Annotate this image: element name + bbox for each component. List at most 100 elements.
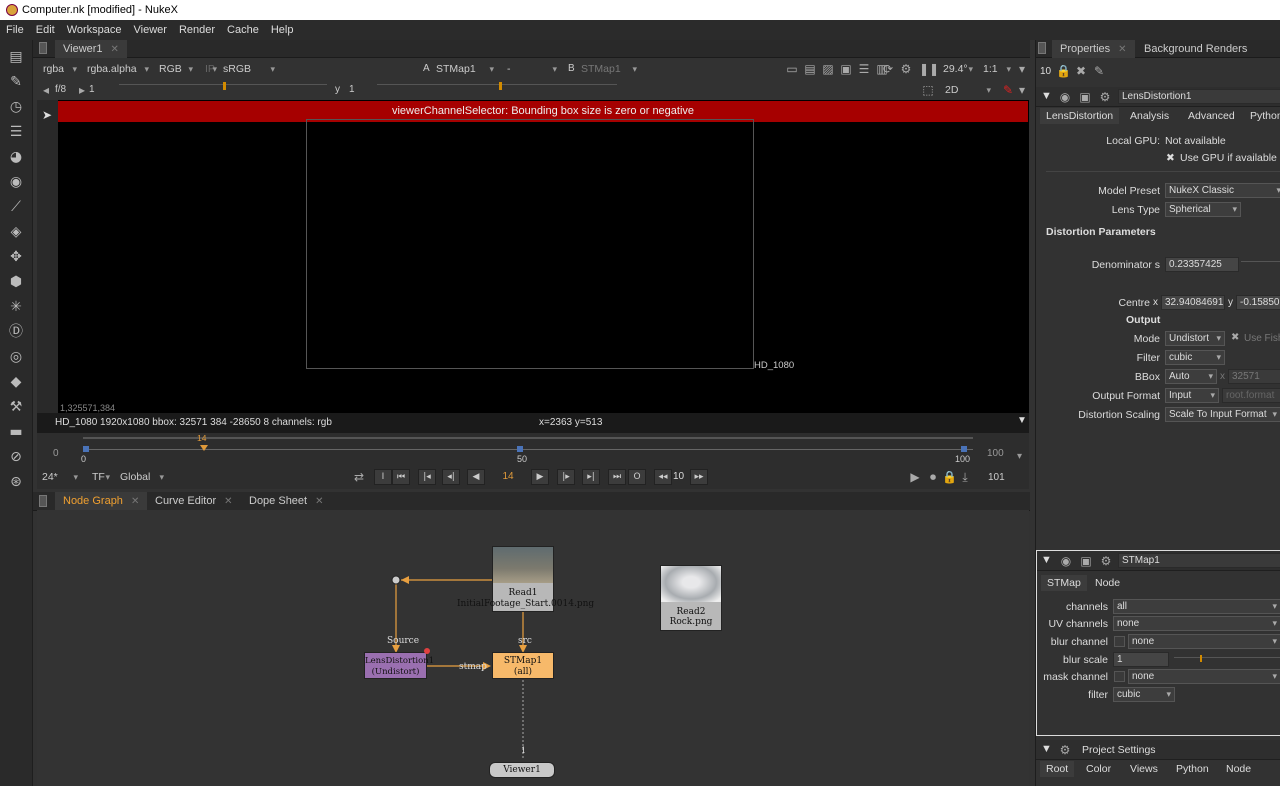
filter-dropdown[interactable]: cubic: [1165, 350, 1225, 365]
furnace-tools-icon[interactable]: ⊘: [7, 448, 25, 466]
display-style-dropdown[interactable]: RGB: [155, 61, 195, 77]
prev-keyframe-icon[interactable]: |◂: [418, 469, 436, 485]
refresh-icon[interactable]: ⟳: [881, 62, 895, 76]
stmap-node[interactable]: STMap1 (all): [492, 652, 554, 679]
lens-distortion-node[interactable]: LensDistortion1 (Undistort): [364, 652, 434, 679]
compare-op-dropdown[interactable]: -: [503, 61, 559, 77]
colorspace-dropdown[interactable]: sRGB: [219, 61, 277, 77]
3d-tools-icon[interactable]: ⬢: [7, 273, 25, 291]
select-arrow-icon[interactable]: ➤: [40, 108, 54, 122]
region-of-interest-icon[interactable]: ▭: [785, 62, 799, 76]
toolsets-icon[interactable]: ⚒: [7, 398, 25, 416]
timeline-scrubber[interactable]: 14 0 50 100: [81, 433, 973, 465]
filter-dropdown-stmap[interactable]: cubic: [1113, 687, 1175, 702]
mask-channel-checkbox[interactable]: [1114, 671, 1125, 682]
tab-stmap[interactable]: STMap: [1041, 575, 1087, 591]
out-button[interactable]: O: [628, 469, 646, 485]
read2-node[interactable]: Read2 Rock.png: [660, 565, 722, 631]
gizmo-icon[interactable]: ⚙: [1058, 743, 1072, 757]
merge-tools-icon[interactable]: ◈: [7, 223, 25, 241]
node-color-icon[interactable]: ▣: [1078, 90, 1092, 104]
in-button[interactable]: I: [374, 469, 392, 485]
draw-tools-icon[interactable]: ✎: [7, 73, 25, 91]
center-node-icon[interactable]: ◉: [1059, 554, 1073, 568]
paint-icon[interactable]: ✎: [1001, 83, 1015, 97]
gamma-slider[interactable]: [377, 82, 617, 96]
tab-views[interactable]: Views: [1124, 761, 1164, 777]
close-icon[interactable]: ✕: [224, 496, 232, 507]
gizmo-icon[interactable]: ⚙: [1098, 90, 1112, 104]
lens-type-dropdown[interactable]: Spherical: [1165, 202, 1241, 217]
tab-background-renders[interactable]: Background Renders: [1136, 40, 1255, 58]
pane-grip-icon-3[interactable]: [1038, 42, 1046, 54]
tab-color[interactable]: Color: [1080, 761, 1117, 777]
ratio-dropdown[interactable]: 1:1: [979, 61, 1013, 77]
out-point-marker[interactable]: [961, 446, 967, 452]
bbox-dropdown[interactable]: Auto: [1165, 369, 1217, 384]
channel-tools-icon[interactable]: ☰: [7, 123, 25, 141]
viewer-node[interactable]: Viewer1: [489, 762, 555, 778]
timeline-end[interactable]: 100: [987, 448, 1004, 459]
node-graph-canvas[interactable]: Read1 InitialFootage_Start.0014.png Read…: [37, 510, 1029, 786]
tab-python-root[interactable]: Python: [1170, 761, 1215, 777]
particles-tools-icon[interactable]: ✳: [7, 298, 25, 316]
blur-scale-slider-handle[interactable]: [1200, 655, 1202, 662]
metadata-tools-icon[interactable]: ◆: [7, 373, 25, 391]
model-preset-dropdown[interactable]: NukeX Classic: [1165, 183, 1280, 198]
pane-grip-icon[interactable]: [39, 42, 47, 54]
tab-node-graph[interactable]: Node Graph ✕: [55, 492, 148, 510]
centre-y-field[interactable]: -0.15850: [1236, 295, 1280, 310]
gain-value[interactable]: 1: [89, 84, 95, 95]
tab-lensdistortion[interactable]: LensDistortion: [1040, 108, 1120, 124]
channels-dropdown[interactable]: rgba: [39, 61, 79, 77]
lock-icon[interactable]: 🔒: [1056, 64, 1071, 78]
menu-viewer[interactable]: Viewer: [128, 20, 173, 40]
gamma-slider-handle[interactable]: [499, 82, 502, 90]
color-tools-icon[interactable]: ◕: [7, 148, 25, 166]
gain-left-arrow-icon[interactable]: ◂: [39, 83, 53, 97]
next-frame-icon[interactable]: |▸: [557, 469, 575, 485]
menu-workspace[interactable]: Workspace: [61, 20, 128, 40]
in-point-marker[interactable]: [83, 446, 89, 452]
use-gpu-checkbox[interactable]: ✖: [1166, 152, 1175, 164]
roi-icon[interactable]: ⬚: [921, 83, 935, 97]
next-keyframe-icon[interactable]: ▸|: [582, 469, 600, 485]
gizmo-icon[interactable]: ⚙: [1099, 554, 1113, 568]
blur-channel-dropdown[interactable]: none: [1128, 634, 1280, 649]
clear-panels-icon[interactable]: ✖: [1074, 64, 1088, 78]
use-fisheye-checkbox[interactable]: ✖: [1231, 332, 1239, 343]
lut-icon[interactable]: ☰: [857, 62, 871, 76]
denominator-field[interactable]: 0.23357425: [1165, 257, 1239, 272]
a-input-dropdown[interactable]: STMap1: [432, 61, 496, 77]
tab-python[interactable]: Python: [1244, 108, 1280, 124]
out-frame-value[interactable]: 101: [988, 472, 1005, 483]
record-icon[interactable]: ⏺: [926, 470, 940, 484]
stmap-node-name-field[interactable]: STMap1: [1118, 553, 1280, 568]
views-tools-icon[interactable]: ◎: [7, 348, 25, 366]
toolbar-expand-icon[interactable]: ▾: [1015, 62, 1029, 76]
tab-properties[interactable]: Properties ✕: [1052, 40, 1135, 58]
first-frame-icon[interactable]: ⏮: [392, 469, 410, 485]
blur-scale-field[interactable]: 1: [1113, 652, 1169, 667]
timeline-expand-icon[interactable]: ▾: [1017, 451, 1022, 462]
pane-grip-icon-2[interactable]: [39, 495, 47, 507]
time-tools-icon[interactable]: ◷: [7, 98, 25, 116]
menu-cache[interactable]: Cache: [221, 20, 265, 40]
channels-dropdown-prop[interactable]: all: [1113, 599, 1280, 614]
step-forward-icon[interactable]: ▸▸: [690, 469, 708, 485]
timeline-start[interactable]: 0: [53, 448, 59, 459]
output-format-dropdown[interactable]: Input: [1165, 388, 1219, 403]
gain-slider[interactable]: [119, 82, 327, 96]
keyer-tools-icon[interactable]: ⟋: [7, 198, 25, 216]
last-frame-icon[interactable]: ⏭: [608, 469, 626, 485]
filter-tools-icon[interactable]: ◉: [7, 173, 25, 191]
max-panels-field[interactable]: 10: [1040, 66, 1051, 77]
tab-advanced[interactable]: Advanced: [1182, 108, 1241, 124]
tab-node-root[interactable]: Node: [1220, 761, 1257, 777]
gain-right-arrow-icon[interactable]: ▸: [75, 83, 89, 97]
toolbar-expand-icon-2[interactable]: ▾: [1015, 83, 1029, 97]
other-tools-icon[interactable]: ▬: [7, 423, 25, 441]
transform-tools-icon[interactable]: ✥: [7, 248, 25, 266]
close-icon[interactable]: ✕: [131, 496, 139, 507]
node-color-icon[interactable]: ▣: [1079, 554, 1093, 568]
